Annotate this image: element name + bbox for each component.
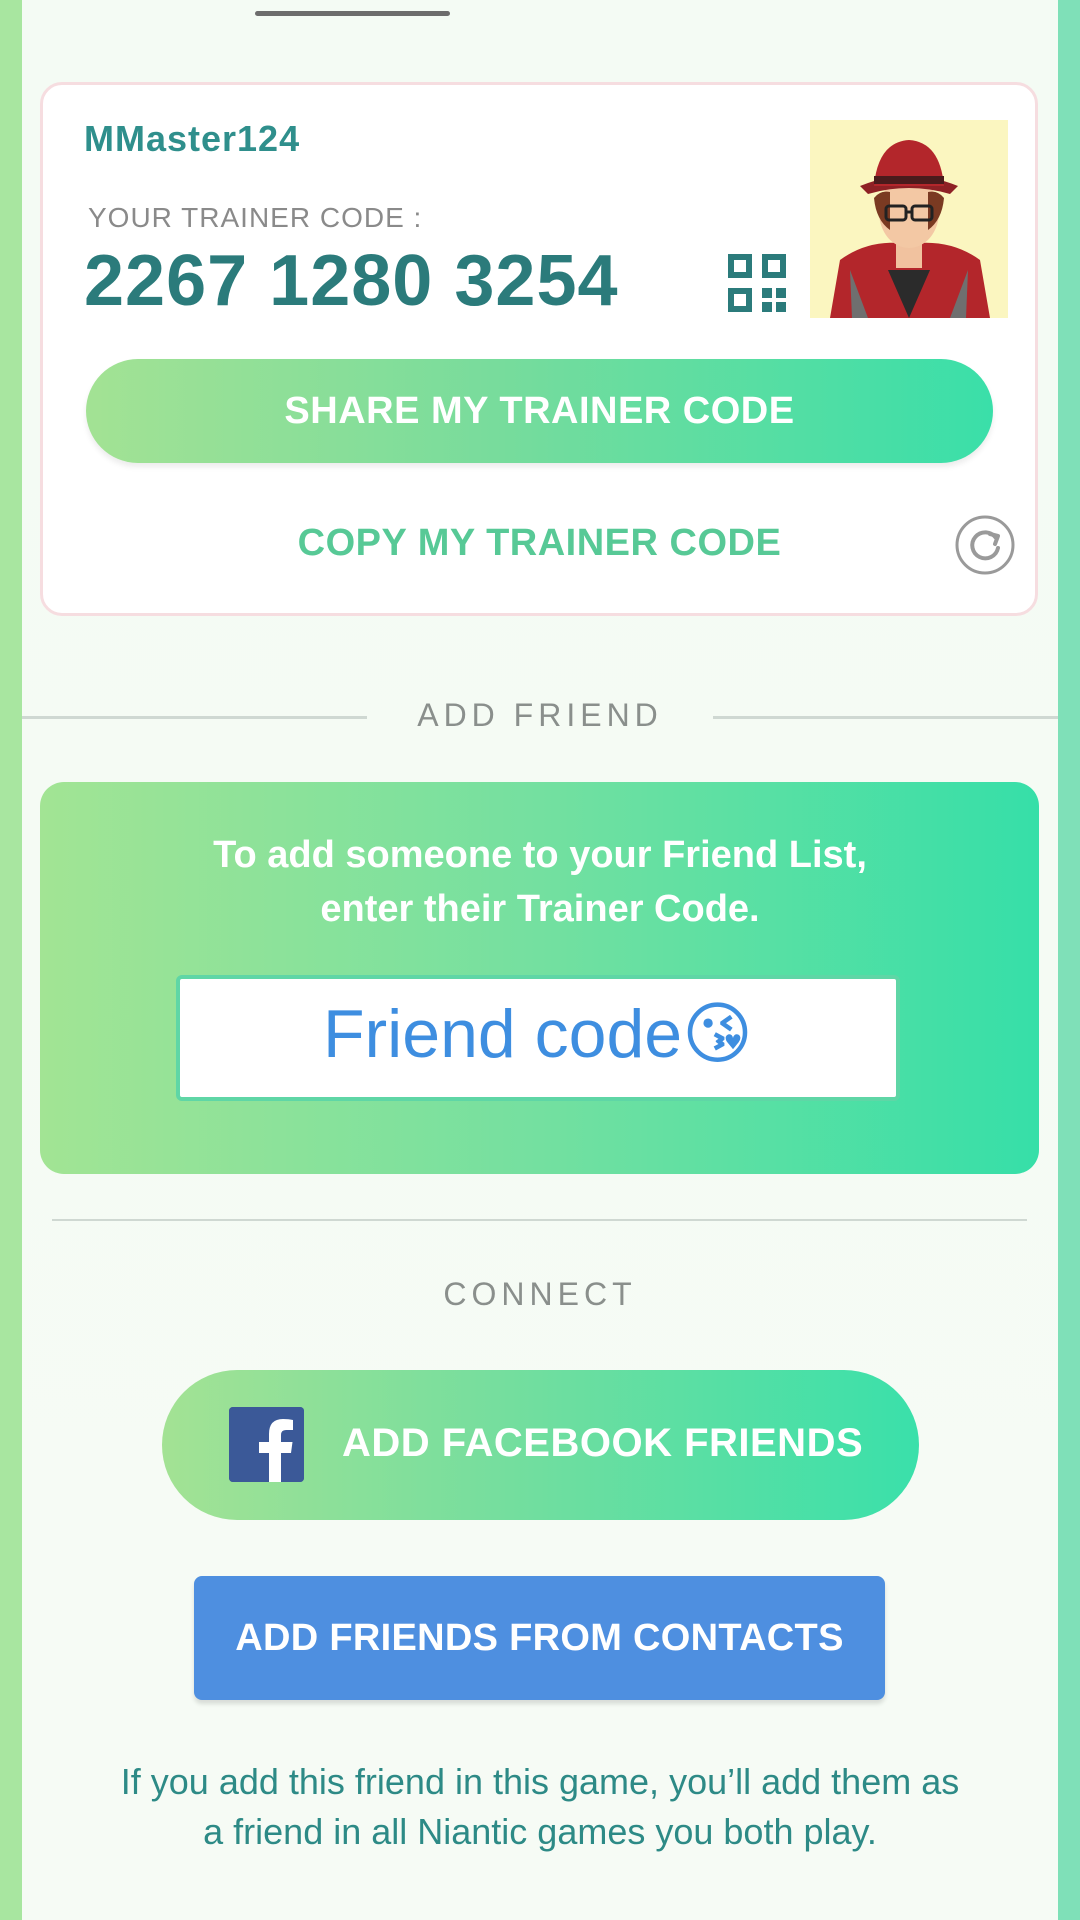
- niantic-friends-note: If you add this friend in this game, you…: [120, 1761, 960, 1852]
- connect-divider: [52, 1219, 1027, 1221]
- avatar-illustration: [810, 120, 1008, 318]
- trainer-username: MMaster124: [84, 118, 301, 159]
- add-facebook-friends-label[interactable]: ADD FACEBOOK FRIENDS: [342, 1421, 863, 1466]
- share-trainer-code-button[interactable]: SHARE MY TRAINER CODE: [86, 359, 993, 463]
- overlay-caption: Friend code😘: [323, 996, 753, 1072]
- trainer-avatar: [810, 120, 1008, 318]
- add-friends-from-contacts-button[interactable]: ADD FRIENDS FROM CONTACTS: [194, 1576, 885, 1700]
- add-friend-instructions: To add someone to your Friend List, ente…: [213, 834, 867, 930]
- tab-indicator: [255, 11, 450, 16]
- facebook-icon: [229, 1407, 304, 1482]
- refresh-icon[interactable]: [954, 514, 1016, 576]
- trainer-code-value: 2267 1280 3254: [84, 241, 619, 321]
- copy-trainer-code-button[interactable]: COPY MY TRAINER CODE: [86, 522, 993, 565]
- qr-code-icon[interactable]: [728, 254, 786, 312]
- connect-title: CONNECT: [443, 1276, 637, 1312]
- add-friend-divider-right: [713, 716, 1058, 719]
- trainer-code-label: YOUR TRAINER CODE :: [88, 202, 423, 233]
